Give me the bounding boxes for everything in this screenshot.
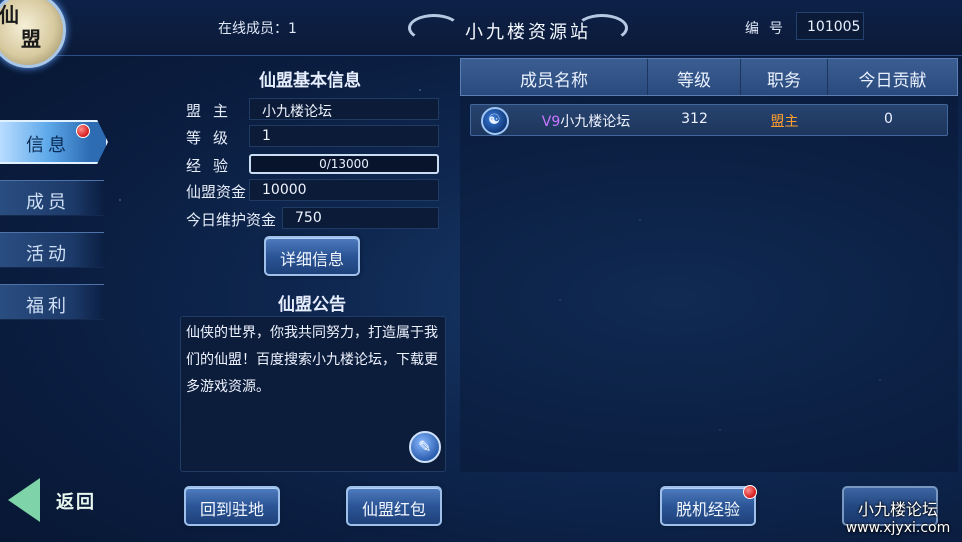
leader-label: 盟主 [186, 102, 241, 120]
title-banner: 小九楼资源站 [408, 8, 628, 48]
column-header-role[interactable]: 职务 [741, 59, 828, 95]
column-header-level[interactable]: 等级 [648, 59, 741, 95]
funds-value: 10000 [249, 179, 439, 201]
member-name: 小九楼论坛 [560, 114, 631, 130]
column-header-contribution[interactable]: 今日贡献 [828, 59, 957, 95]
sidebar-item-info[interactable]: 信息 [0, 120, 108, 164]
return-base-button[interactable]: 回到驻地 [184, 486, 280, 526]
upkeep-value: 750 [282, 207, 439, 229]
back-arrow-icon [8, 478, 40, 522]
alliance-emblem: 仙 盟 [0, 0, 66, 68]
exp-progress-text: 0/13000 [319, 157, 369, 171]
exp-label: 经验 [186, 157, 241, 175]
sidebar-item-label: 福利 [26, 296, 70, 317]
sidebar-item-activities[interactable]: 活动 [0, 232, 104, 268]
level-value: 1 [249, 125, 439, 147]
basic-info-title: 仙盟基本信息 [259, 71, 361, 91]
id-label: 编号 [745, 21, 793, 37]
member-name-cell: V9小九楼论坛 [521, 105, 651, 135]
member-contribution-cell: 0 [884, 111, 893, 127]
back-label: 返回 [56, 492, 96, 513]
watermark-url: www.xjyxi.com [845, 520, 951, 536]
yin-yang-icon: ☯ [488, 112, 501, 128]
details-button[interactable]: 详细信息 [264, 236, 360, 276]
id-value: 101005 [796, 12, 864, 40]
notice-box: 仙侠的世界，你我共同努力，打造属于我们的仙盟！百度搜索小九楼论坛，下载更多游戏资… [180, 316, 446, 472]
emblem-char-2: 盟 [21, 27, 41, 51]
watermark-name: 小九楼论坛 [857, 500, 938, 519]
cloud-ornament-icon [576, 14, 628, 42]
member-role-cell: 盟主 [770, 114, 799, 130]
top-bar: 在线成员：1 小九楼资源站 编号 101005 [0, 0, 962, 56]
sidebar-item-welfare[interactable]: 福利 [0, 284, 104, 320]
notification-dot-icon [743, 485, 757, 499]
exp-progress-bar: 0/13000 [249, 154, 439, 174]
red-packet-button[interactable]: 仙盟红包 [346, 486, 442, 526]
notice-title: 仙盟公告 [278, 295, 346, 315]
sidebar-item-label: 成员 [26, 192, 70, 213]
cloud-ornament-icon [408, 14, 460, 42]
online-members-count: 在线成员：1 [218, 21, 297, 37]
edit-notice-button[interactable]: ✎ [409, 431, 441, 463]
member-level-cell: 312 [681, 111, 708, 127]
sidebar-item-members[interactable]: 成员 [0, 180, 104, 216]
notification-dot-icon [76, 124, 90, 138]
leader-value: 小九楼论坛 [249, 98, 439, 120]
edit-icon: ✎ [418, 437, 432, 456]
sidebar-item-label: 活动 [26, 244, 70, 265]
members-table: 成员名称 等级 职务 今日贡献 ☯ V9小九楼论坛 312 盟主 0 [460, 58, 958, 472]
sidebar-item-label: 信息 [26, 135, 70, 156]
level-label: 等级 [186, 129, 241, 147]
column-header-name[interactable]: 成员名称 [461, 59, 648, 95]
table-row[interactable]: ☯ V9小九楼论坛 312 盟主 0 [470, 104, 948, 136]
vip-badge: V9 [541, 114, 561, 130]
offline-exp-button[interactable]: 脱机经验 [660, 486, 756, 526]
funds-label: 仙盟资金 [186, 183, 247, 201]
emblem-char-1: 仙 [0, 3, 19, 27]
watermark: 小九楼论坛 www.xjyxi.com [834, 496, 962, 536]
table-header: 成员名称 等级 职务 今日贡献 [460, 58, 958, 96]
upkeep-label: 今日维护资金 [186, 211, 277, 229]
avatar: ☯ [481, 107, 509, 135]
notice-text: 仙侠的世界，你我共同努力，打造属于我们的仙盟！百度搜索小九楼论坛，下载更多游戏资… [186, 325, 438, 395]
back-button[interactable]: 返回 [8, 476, 118, 524]
